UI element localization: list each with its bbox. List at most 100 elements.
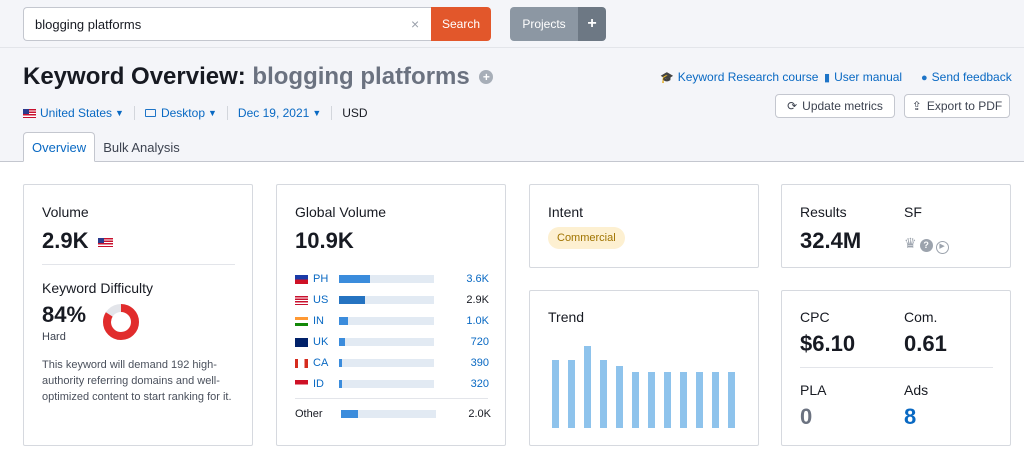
keyword-research-course-link[interactable]: 🎓 Keyword Research course [660, 70, 818, 84]
search-input[interactable] [24, 8, 404, 40]
update-metrics-button[interactable]: ⟳ Update metrics [775, 94, 895, 118]
volume-value: 2.9K [42, 228, 117, 254]
volume-bar-track [339, 338, 434, 346]
add-project-button[interactable]: + [578, 7, 606, 41]
divider [42, 264, 235, 265]
cpc-card: CPC $6.10 Com. 0.61 PLA 0 Ads 8 [781, 290, 1011, 446]
country-code: CA [313, 357, 329, 369]
export-pdf-button[interactable]: ⇪ Export to PDF [904, 94, 1010, 118]
pla-value: 0 [800, 404, 813, 429]
global-volume-row-ph[interactable]: PH 3.6K [295, 271, 489, 287]
send-feedback-link[interactable]: ● Send feedback [921, 70, 1012, 84]
sf-icons: ♛? ▶ [904, 235, 952, 254]
global-volume-row-us[interactable]: US 2.9K [295, 292, 489, 308]
play-circle-icon[interactable]: ▶ [935, 241, 949, 254]
projects-button[interactable]: Projects [510, 7, 578, 41]
divider [331, 106, 333, 120]
global-volume-row-in[interactable]: IN 1.0K [295, 313, 489, 329]
tab-overview[interactable]: Overview [23, 132, 96, 162]
volume-bar-track [339, 275, 434, 283]
ca-flag-icon [295, 358, 308, 368]
trend-bar[interactable] [584, 346, 591, 428]
tabs: Overview Bulk Analysis [23, 132, 188, 162]
global-volume-card: Global Volume 10.9K PH 3.6K US 2.9K IN 1.0K UK… [276, 184, 506, 446]
global-volume-row-other: Other 2.0K [295, 406, 491, 422]
country-volume[interactable]: 720 [434, 336, 489, 348]
trend-bar[interactable] [632, 372, 639, 428]
trend-bar[interactable] [696, 372, 703, 428]
kd-title: Keyword Difficulty [42, 280, 154, 296]
chevron-down-icon: ▼ [115, 108, 124, 118]
search-box[interactable]: × [23, 7, 432, 41]
results-value: 32.4M [800, 228, 862, 253]
country-select[interactable]: United States ▼ [23, 106, 124, 120]
country-volume[interactable]: 3.6K [434, 273, 489, 285]
divider [295, 398, 488, 399]
country-code: IN [313, 315, 324, 327]
trend-bar[interactable] [664, 372, 671, 428]
volume-bar-fill [339, 338, 345, 346]
country-volume[interactable]: 1.0K [434, 315, 489, 327]
country-code: US [313, 294, 329, 306]
trend-title: Trend [548, 309, 585, 325]
us-flag-icon [97, 238, 113, 248]
crown-icon[interactable]: ♛ [904, 235, 917, 251]
country-volume[interactable]: 320 [434, 378, 489, 390]
pla-title: PLA [800, 382, 827, 398]
other-label: Other [295, 408, 323, 420]
trend-bar[interactable] [600, 360, 607, 428]
uk-flag-icon [295, 337, 308, 347]
global-volume-row-ca[interactable]: CA 390 [295, 355, 489, 371]
add-keyword-icon[interactable]: + [479, 70, 494, 84]
kd-donut [103, 304, 139, 340]
user-manual-link[interactable]: ▮ User manual [824, 70, 902, 84]
id-flag-icon [295, 379, 308, 389]
page-title: Keyword Overview: blogging platforms + [23, 63, 494, 91]
chevron-down-icon: ▼ [208, 108, 217, 118]
volume-bar-fill [341, 410, 358, 418]
com-title: Com. [904, 309, 938, 325]
cpc-title: CPC [800, 309, 830, 325]
tab-bulk-analysis[interactable]: Bulk Analysis [95, 132, 188, 162]
trend-bar[interactable] [680, 372, 687, 428]
question-circle-icon[interactable]: ? [919, 239, 933, 252]
kd-level: Hard [42, 331, 66, 343]
global-volume-row-uk[interactable]: UK 720 [295, 334, 489, 350]
results-card: Results 32.4M SF ♛? ▶ [781, 184, 1011, 268]
other-volume: 2.0K [468, 408, 491, 420]
intent-card: Intent Commercial [529, 184, 759, 268]
us-flag-icon [295, 295, 308, 305]
country-code: PH [313, 273, 329, 285]
results-title: Results [800, 204, 847, 220]
volume-bar-track [339, 380, 434, 388]
export-icon: ⇪ [911, 99, 922, 113]
trend-bar[interactable] [728, 372, 735, 428]
trend-bar[interactable] [568, 360, 575, 428]
device-select[interactable]: Desktop ▼ [144, 106, 217, 120]
trend-bar[interactable] [552, 360, 559, 428]
volume-bar-track [339, 317, 434, 325]
chevron-down-icon: ▼ [312, 108, 322, 118]
country-code: UK [313, 336, 329, 348]
volume-title: Volume [42, 204, 89, 220]
divider [800, 367, 993, 368]
ph-flag-icon [295, 274, 308, 284]
intent-badge: Commercial [548, 227, 625, 249]
trend-card: Trend [529, 290, 759, 446]
global-volume-row-id[interactable]: ID 320 [295, 376, 489, 392]
page-title-prefix: Keyword Overview: [23, 63, 246, 90]
kd-value: 84% [42, 302, 87, 327]
trend-bar[interactable] [616, 366, 623, 428]
ads-value[interactable]: 8 [904, 404, 916, 430]
country-volume[interactable]: 390 [434, 357, 489, 369]
chat-bubble-icon: ● [921, 72, 928, 84]
volume-bar-fill [339, 275, 370, 283]
date-select[interactable]: Dec 19, 2021 ▼ [238, 106, 321, 120]
trend-bar[interactable] [712, 372, 719, 428]
clear-icon[interactable]: × [411, 16, 419, 32]
cpc-value: $6.10 [800, 331, 856, 356]
com-value: 0.61 [904, 331, 947, 356]
trend-bar[interactable] [648, 372, 655, 428]
volume-bar-track [339, 359, 434, 367]
search-button[interactable]: Search [431, 7, 491, 41]
